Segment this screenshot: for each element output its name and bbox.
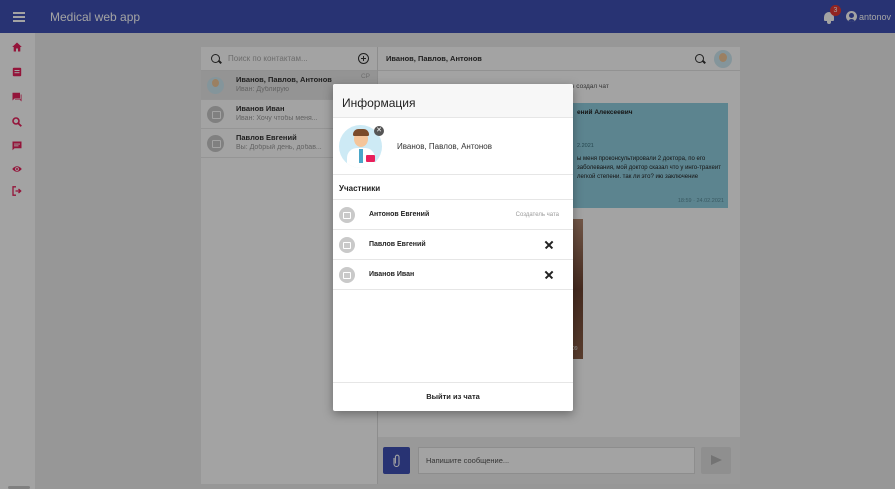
chat-info-dialog: Информация ✕ Иванов, Павлов, Антонов Уча…: [333, 84, 573, 411]
member-row: Антонов Евгений Создатель чата: [333, 200, 573, 230]
member-name: Иванов Иван: [369, 271, 415, 278]
group-info: ✕ Иванов, Павлов, Антонов: [333, 118, 573, 175]
member-row: Иванов Иван: [333, 260, 573, 290]
member-role: Создатель чата: [515, 211, 559, 218]
member-name: Павлов Евгений: [369, 241, 426, 248]
leave-chat-button[interactable]: Выйти из чата: [333, 382, 573, 411]
remove-member-icon[interactable]: [543, 239, 555, 251]
avatar: [339, 206, 355, 223]
avatar: [339, 266, 355, 283]
group-name: Иванов, Павлов, Антонов: [397, 141, 492, 151]
member-name: Антонов Евгений: [369, 211, 430, 218]
member-row: Павлов Евгений: [333, 230, 573, 260]
avatar: [339, 236, 355, 253]
participants-heading: Участники: [333, 175, 573, 200]
remove-member-icon[interactable]: [543, 269, 555, 281]
dialog-title: Информация: [333, 84, 573, 118]
remove-avatar-icon[interactable]: ✕: [374, 126, 384, 136]
